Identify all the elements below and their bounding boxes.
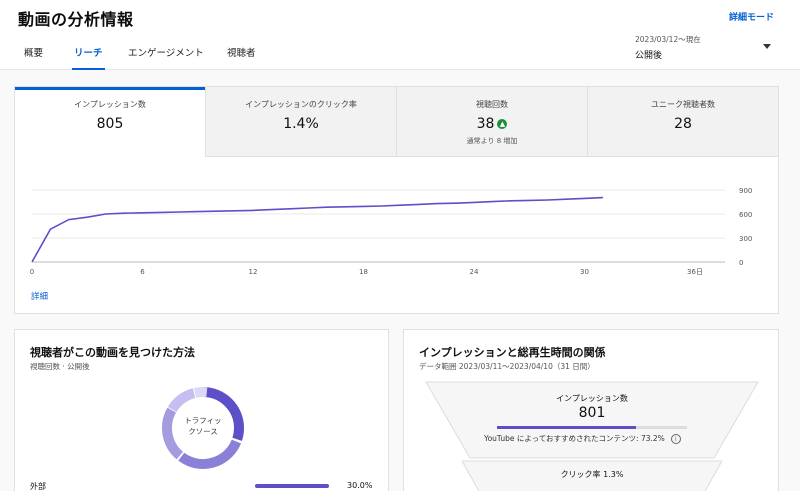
card-subtitle: データ範囲 2023/03/11～2023/04/10（31 日間） — [419, 362, 595, 371]
top-bar: 動画の分析情報 詳細モード 概要 リーチ エンゲージメント 視聴者 2023/0… — [0, 0, 800, 70]
metric-impressions[interactable]: インプレッション数 805 — [15, 87, 206, 157]
impressions-line-chart: 900 600 300 0 0 6 12 18 24 30 36日 — [30, 187, 753, 276]
metric-label: ユニーク視聴者数 — [651, 100, 715, 109]
x-tick-label: 6 — [140, 268, 145, 276]
x-tick-label: 30 — [580, 268, 589, 276]
x-tick-label: 24 — [470, 268, 479, 276]
date-range-selector[interactable]: 2023/03/12～現在 公開後 — [635, 34, 777, 64]
funnel-impressions-label: インプレッション数 — [556, 394, 628, 403]
metric-value-number: 38 — [476, 116, 495, 132]
date-range-label: 公開後 — [635, 51, 663, 61]
tab-overview[interactable]: 概要 — [24, 47, 43, 69]
card-title: 視聴者がこの動画を見つけた方法 — [30, 346, 195, 359]
funnel-impressions-value: 801 — [578, 405, 606, 421]
card-title: インプレッションと総再生時間の関係 — [419, 346, 606, 359]
traffic-source-card: 視聴者がこの動画を見つけた方法 視聴回数 · 公開後 トラフィックソース 外部 … — [14, 329, 389, 491]
x-tick-label: 18 — [359, 268, 368, 276]
reach-chart-card: インプレッション数 805 インプレッションのクリック率 1.4% 視聴回数 3… — [14, 86, 779, 314]
x-tick-label: 0 — [30, 268, 34, 276]
metric-value: 805 — [96, 116, 124, 132]
funnel-ctr-label: クリック率 1.3% — [560, 470, 624, 479]
traffic-row-bar — [255, 484, 329, 488]
recommend-note-text: YouTube によっておすすめされたコンテンツ: 73.2% — [484, 434, 665, 443]
y-tick-label: 300 — [739, 235, 752, 243]
x-tick-label: 12 — [249, 268, 258, 276]
metric-label: インプレッション数 — [74, 100, 146, 109]
metric-value: 1.4% — [283, 116, 319, 132]
metric-value: 38 ▲ — [397, 116, 587, 132]
info-icon[interactable]: i — [670, 434, 681, 444]
detail-link[interactable]: 詳細 — [31, 290, 48, 302]
y-tick-label: 0 — [739, 259, 743, 267]
y-tick-label: 900 — [739, 187, 752, 195]
date-range-text: 2023/03/12～現在 — [635, 35, 701, 44]
impressions-series-line — [31, 196, 603, 263]
tab-engagement[interactable]: エンゲージメント — [128, 47, 204, 69]
recommend-note: YouTube によっておすすめされたコンテンツ: 73.2% i — [484, 433, 681, 444]
metric-unique-viewers[interactable]: ユニーク視聴者数 28 — [588, 87, 778, 157]
metric-views[interactable]: 視聴回数 38 ▲ 通常より 8 増加 — [397, 87, 588, 157]
metric-value: 28 — [674, 116, 692, 132]
metric-label: 視聴回数 — [476, 100, 508, 109]
x-tick-label: 36日 — [687, 268, 703, 276]
arrow-up-icon: ▲ — [497, 119, 508, 129]
traffic-row-label: 外部 — [30, 482, 46, 491]
metric-label: インプレッションのクリック率 — [245, 100, 357, 109]
caret-down-icon — [763, 44, 771, 49]
traffic-row-value: 30.0% — [347, 481, 373, 490]
metric-sub: 通常より 8 増加 — [466, 137, 518, 145]
metric-ctr[interactable]: インプレッションのクリック率 1.4% — [206, 87, 397, 157]
tab-reach[interactable]: リーチ — [72, 47, 105, 70]
impressions-funnel-card: インプレッションと総再生時間の関係 データ範囲 2023/03/11～2023/… — [403, 329, 779, 491]
recommend-bar-fill — [497, 426, 637, 429]
card-subtitle: 視聴回数 · 公開後 — [30, 362, 90, 371]
page-title: 動画の分析情報 — [18, 10, 134, 29]
donut-center-label: トラフィックソース — [184, 416, 222, 436]
detail-mode-link[interactable]: 詳細モード — [729, 10, 774, 23]
tab-audience[interactable]: 視聴者 — [227, 47, 256, 69]
y-tick-label: 600 — [739, 211, 752, 219]
